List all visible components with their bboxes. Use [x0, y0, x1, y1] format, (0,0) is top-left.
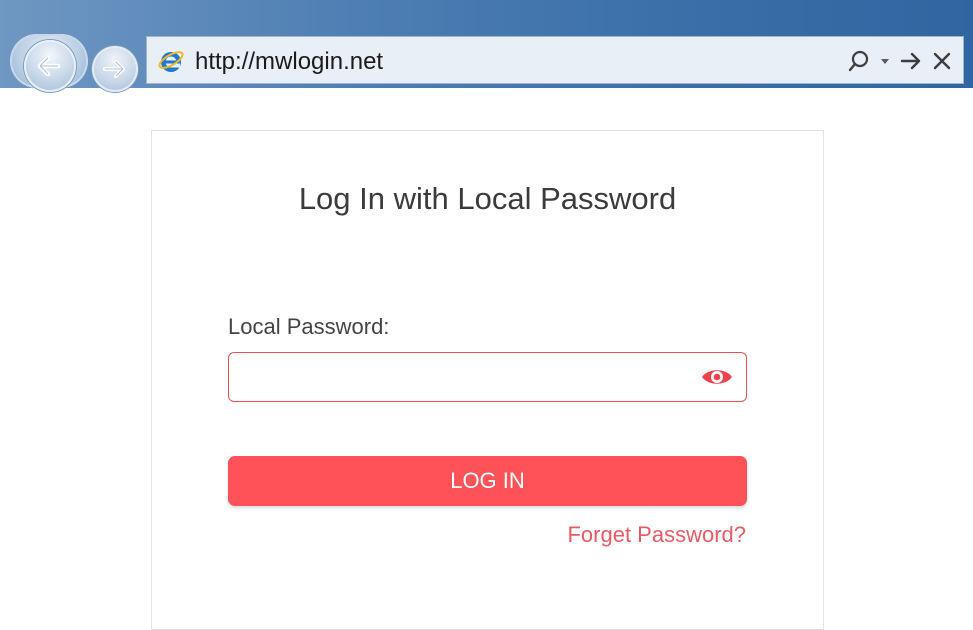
login-button[interactable]: LOG IN — [228, 456, 747, 506]
go-arrow-icon[interactable] — [899, 49, 923, 73]
show-password-eye-icon[interactable] — [700, 364, 734, 390]
forward-arrow-icon — [92, 46, 138, 92]
back-button[interactable] — [10, 34, 88, 92]
forget-password-link[interactable]: Forget Password? — [567, 522, 746, 548]
browser-toolbar: http://mwlogin.net — [0, 0, 973, 92]
password-input[interactable] — [239, 361, 683, 395]
close-icon[interactable] — [931, 49, 953, 73]
url-text[interactable]: http://mwlogin.net — [195, 48, 383, 76]
address-tools — [847, 47, 953, 75]
password-field[interactable] — [228, 352, 747, 402]
address-bar[interactable]: http://mwlogin.net — [146, 36, 964, 84]
password-label: Local Password: — [228, 314, 390, 339]
page-title: Log In with Local Password — [298, 181, 677, 216]
back-arrow-icon — [24, 40, 76, 92]
forward-button[interactable] — [92, 46, 138, 92]
login-card: Log In with Local Password Local Passwor… — [151, 130, 824, 630]
dropdown-icon[interactable] — [879, 49, 891, 73]
ie-logo-icon — [157, 47, 185, 75]
search-icon[interactable] — [847, 49, 871, 73]
